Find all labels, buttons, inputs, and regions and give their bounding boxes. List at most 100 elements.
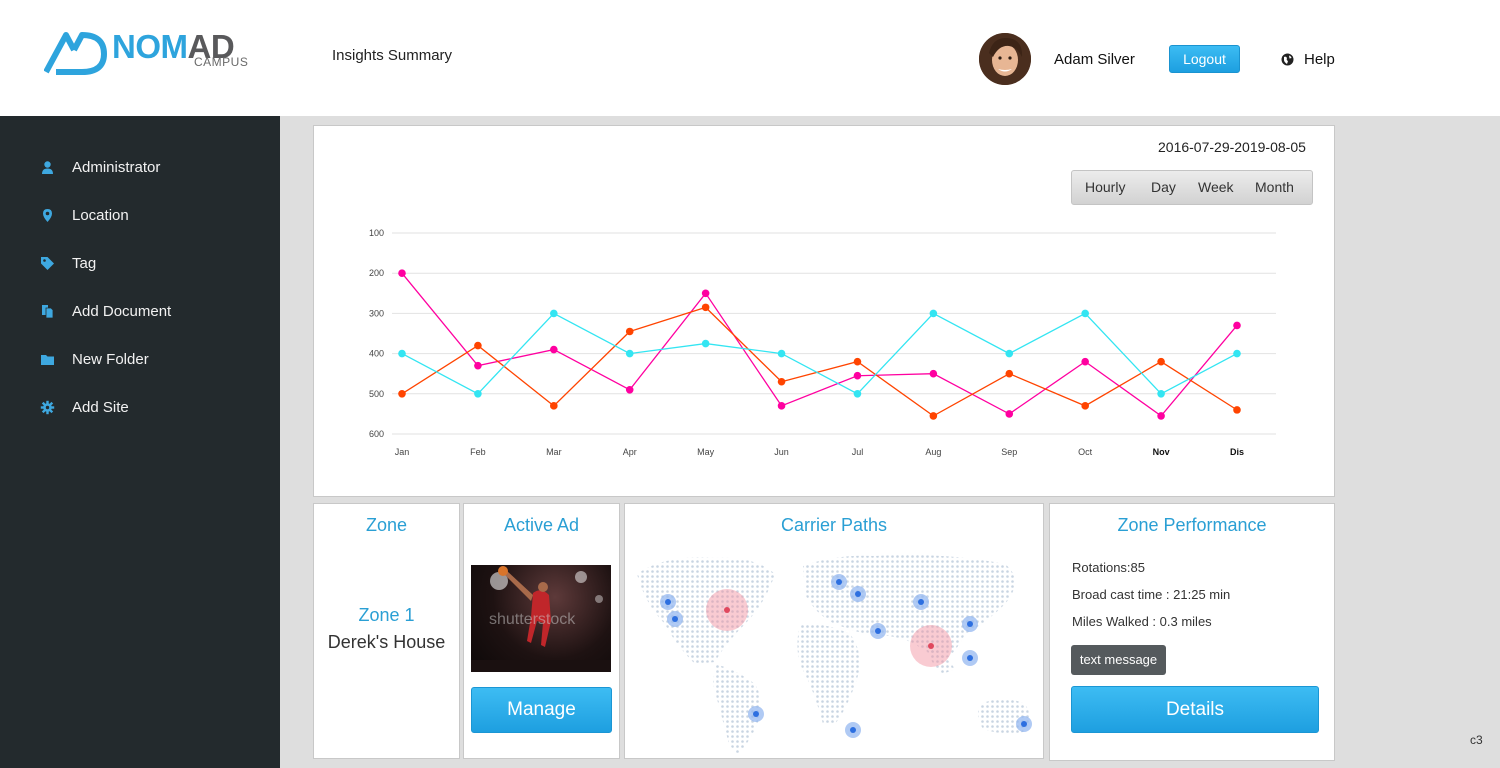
x-tick-label: May bbox=[697, 447, 715, 457]
data-point bbox=[1005, 369, 1014, 378]
x-tick-label: Oct bbox=[1078, 447, 1093, 457]
active-ad-title: Active Ad bbox=[503, 515, 580, 535]
sidebar-item-label: Tag bbox=[72, 255, 97, 272]
sidebar-item-tag[interactable]: Tag bbox=[0, 244, 280, 284]
sidebar-item-add-site[interactable]: Add Site bbox=[0, 388, 280, 428]
x-tick-label: Sep bbox=[1001, 447, 1017, 457]
y-tick-label: 200 bbox=[369, 268, 384, 278]
x-tick-label: Jul bbox=[852, 447, 864, 457]
help-link[interactable]: Help bbox=[1304, 51, 1335, 68]
document-icon bbox=[42, 305, 54, 319]
sidebar-item-new-folder[interactable]: New Folder bbox=[0, 340, 280, 380]
data-point bbox=[1081, 357, 1089, 366]
data-point bbox=[1005, 410, 1014, 418]
ad-image[interactable]: shutterstock bbox=[471, 565, 611, 672]
x-tick-label: Dis bbox=[1230, 447, 1244, 457]
data-point bbox=[1233, 406, 1241, 414]
y-tick-label: 600 bbox=[369, 429, 384, 439]
data-point bbox=[1081, 309, 1089, 318]
data-point bbox=[1005, 349, 1014, 358]
x-tick-label: Feb bbox=[470, 447, 486, 457]
avatar-portrait-icon bbox=[979, 33, 1031, 85]
page-title: Insights Summary bbox=[332, 47, 453, 64]
sidebar-item-label: New Folder bbox=[72, 351, 149, 368]
corner-label: c3 bbox=[1470, 733, 1483, 747]
data-point bbox=[550, 345, 558, 354]
range-day-button[interactable]: Day bbox=[1151, 179, 1176, 195]
data-point bbox=[474, 341, 482, 350]
zone-place: Derek's House bbox=[327, 632, 446, 652]
sidebar-item-administrator[interactable]: Administrator bbox=[0, 148, 280, 188]
broadcast-time-stat: Broad cast time : 21:25 min bbox=[1072, 587, 1231, 602]
zone-card-title: Zone bbox=[365, 515, 408, 535]
zone-name: Zone 1 bbox=[358, 605, 415, 625]
time-range-selector: Hourly Day Week Month bbox=[1071, 170, 1313, 205]
hotspot-center bbox=[724, 607, 730, 613]
text-message-button[interactable]: text message bbox=[1071, 645, 1166, 675]
folder-icon bbox=[41, 355, 54, 365]
location-marker-center bbox=[1021, 721, 1027, 727]
y-tick-label: 300 bbox=[369, 308, 384, 318]
location-marker-center bbox=[967, 655, 973, 661]
series-line bbox=[401, 272, 1238, 417]
rotations-stat: Rotations:85 bbox=[1072, 560, 1145, 575]
logo-subtext: CAMPUS bbox=[194, 55, 249, 69]
map-pin-icon bbox=[43, 209, 52, 222]
data-point bbox=[929, 412, 938, 420]
data-point bbox=[398, 349, 406, 358]
series-line bbox=[401, 306, 1238, 417]
data-point bbox=[853, 371, 862, 380]
data-point bbox=[474, 390, 482, 398]
location-marker-center bbox=[855, 591, 861, 597]
x-tick-label: Jun bbox=[774, 447, 789, 457]
zone-card: Zone Zone 1 Derek's House bbox=[313, 503, 460, 759]
data-point bbox=[625, 327, 634, 336]
sidebar-item-label: Location bbox=[72, 207, 129, 224]
date-range-label: 2016-07-29-2019-08-05 bbox=[1158, 139, 1306, 155]
range-week-button[interactable]: Week bbox=[1198, 179, 1234, 195]
data-point bbox=[625, 349, 634, 358]
data-point bbox=[474, 361, 482, 370]
data-point bbox=[1157, 390, 1165, 398]
zone-performance-card: Zone Performance Rotations:85 Broad cast… bbox=[1049, 503, 1335, 761]
logout-button[interactable]: Logout bbox=[1169, 45, 1240, 73]
zone-performance-title: Zone Performance bbox=[1117, 515, 1267, 535]
location-marker-center bbox=[665, 599, 671, 605]
data-point bbox=[550, 402, 558, 410]
carrier-paths-card: Carrier Paths bbox=[624, 503, 1044, 759]
manage-button[interactable]: Manage bbox=[471, 687, 612, 733]
user-name: Adam Silver bbox=[1054, 51, 1135, 68]
globe-icon[interactable] bbox=[1281, 53, 1294, 66]
sidebar-item-label: Administrator bbox=[72, 159, 161, 176]
sidebar-item-location[interactable]: Location bbox=[0, 196, 280, 236]
sidebar-item-add-document[interactable]: Add Document bbox=[0, 292, 280, 332]
data-point bbox=[701, 289, 710, 298]
location-marker-center bbox=[875, 628, 881, 634]
user-icon bbox=[42, 161, 53, 174]
range-hourly-button[interactable]: Hourly bbox=[1085, 179, 1125, 195]
location-marker-center bbox=[967, 621, 973, 627]
location-marker-center bbox=[836, 579, 842, 585]
data-point bbox=[853, 357, 862, 366]
y-tick-label: 100 bbox=[369, 228, 384, 238]
data-point bbox=[777, 349, 786, 358]
world-map[interactable] bbox=[625, 544, 1043, 758]
ad-watermark: shutterstock bbox=[489, 611, 576, 628]
nomad-campus-logo[interactable]: NOMAD CAMPUS bbox=[44, 28, 254, 76]
location-marker-center bbox=[672, 616, 678, 622]
data-point bbox=[777, 377, 786, 386]
header: NOMAD CAMPUS Insights Summary Adam Silve… bbox=[0, 0, 1500, 116]
data-point bbox=[1233, 349, 1241, 358]
data-point bbox=[701, 303, 710, 312]
range-month-button[interactable]: Month bbox=[1255, 179, 1294, 195]
data-point bbox=[1157, 412, 1165, 420]
details-button[interactable]: Details bbox=[1071, 686, 1319, 733]
x-tick-label: Nov bbox=[1153, 447, 1170, 457]
carrier-paths-title: Carrier Paths bbox=[780, 515, 888, 535]
user-avatar[interactable] bbox=[979, 33, 1031, 85]
data-point bbox=[550, 309, 558, 318]
data-point bbox=[1081, 402, 1089, 410]
location-marker-center bbox=[918, 599, 924, 605]
data-point bbox=[929, 309, 938, 318]
data-point bbox=[853, 390, 862, 398]
